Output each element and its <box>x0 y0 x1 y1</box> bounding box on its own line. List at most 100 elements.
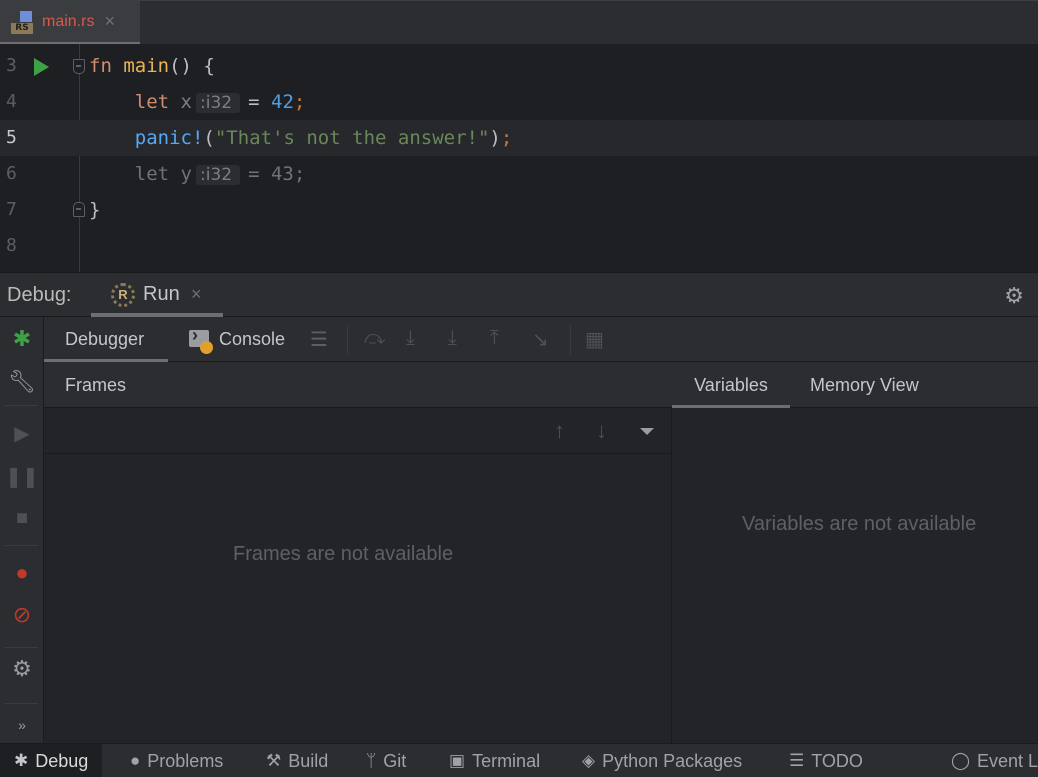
code-text: = 43; <box>248 163 306 185</box>
toolwindow-terminal[interactable]: ▣ Terminal <box>449 744 540 777</box>
editor-tab-bar: RS main.rs × <box>0 0 1038 45</box>
tab-memory-view[interactable]: Memory View <box>810 362 919 408</box>
run-tab-label: Run <box>143 283 180 305</box>
toolwindow-debug[interactable]: ✱ Debug <box>0 744 103 777</box>
tab-variables-label: Variables <box>694 375 768 395</box>
git-branch-icon: ᛘ <box>366 751 377 770</box>
view-breakpoints-icon[interactable]: ● <box>0 560 44 586</box>
divider <box>570 325 571 355</box>
function-name: main <box>123 55 170 77</box>
fold-icon[interactable] <box>73 202 85 217</box>
editor-tab-label: main.rs <box>42 12 95 30</box>
wrench-icon[interactable]: 🔧︎ <box>0 369 44 395</box>
step-into-icon[interactable]: ⤓ <box>406 327 415 350</box>
toolwindow-label: Git <box>383 751 407 771</box>
debug-header: Debug: R Run × ⚙ <box>0 272 1038 317</box>
event-log-icon: ◯ <box>951 751 971 770</box>
variables-empty-message: Variables are not available <box>742 513 977 535</box>
close-icon[interactable]: × <box>191 284 202 305</box>
type-hint: :i32 <box>196 165 241 185</box>
toolwindow-label: Build <box>288 751 329 771</box>
resume-icon[interactable]: ▶ <box>0 421 44 446</box>
fold-icon[interactable] <box>73 59 85 74</box>
terminal-icon: ▣ <box>449 751 466 770</box>
keyword: fn <box>89 55 112 77</box>
variables-panel: Variables Memory View Variables are not … <box>672 362 1038 743</box>
step-out-icon[interactable]: ⤒ <box>490 327 499 350</box>
run-to-cursor-icon[interactable]: ↘ <box>532 327 549 352</box>
editor-tab-main-rs[interactable]: RS main.rs × <box>0 1 140 45</box>
type-hint: :i32 <box>196 93 241 113</box>
code-line-8[interactable]: 8 <box>0 228 1038 264</box>
toolwindow-git[interactable]: ᛘ Git <box>366 744 406 777</box>
macro: panic! <box>134 127 204 149</box>
toolwindow-python-packages[interactable]: ◈ Python Packages <box>582 744 742 777</box>
step-over-icon[interactable]: ⤼ <box>364 327 385 350</box>
dropdown-icon[interactable] <box>640 428 654 435</box>
tab-memory-view-label: Memory View <box>810 375 919 395</box>
line-number: 5 <box>6 127 17 148</box>
toolwindow-label: TODO <box>811 751 863 771</box>
evaluate-expression-icon[interactable]: ▦ <box>585 327 604 352</box>
code-line-4[interactable]: 4 let x:i32 = 42; <box>0 84 1038 120</box>
more-icon[interactable]: » <box>0 717 44 733</box>
divider <box>4 703 38 704</box>
run-icon[interactable] <box>34 58 49 76</box>
string-literal: "That's not the answer!" <box>214 127 490 149</box>
stop-icon[interactable]: ■ <box>0 507 44 530</box>
layers-icon: ◈ <box>582 751 596 770</box>
close-icon[interactable]: × <box>104 11 115 32</box>
divider <box>4 545 38 546</box>
arrow-up-icon[interactable]: ↑ <box>554 418 565 444</box>
code-line-7[interactable]: 7 } <box>0 192 1038 228</box>
bug-icon: ✱ <box>14 751 29 770</box>
divider <box>347 325 348 355</box>
frames-empty-message: Frames are not available <box>233 543 454 565</box>
tool-window-bar: ✱ Debug ● Problems ⚒ Build ᛘ Git ▣ Termi… <box>0 743 1038 777</box>
mute-breakpoints-icon[interactable]: ⊘ <box>0 602 44 628</box>
gear-icon[interactable]: ⚙ <box>1004 283 1024 309</box>
toolwindow-event-log[interactable]: ◯ Event L <box>951 744 1038 777</box>
semicolon: ; <box>500 127 513 149</box>
toolwindow-problems[interactable]: ● Problems <box>130 744 223 777</box>
layout-icon[interactable]: ☰ <box>310 327 328 352</box>
pause-icon[interactable]: ❚❚ <box>0 464 44 489</box>
variables-header: Variables Memory View <box>672 362 1038 408</box>
line-number: 6 <box>6 163 17 184</box>
line-number: 7 <box>6 199 17 220</box>
divider <box>4 405 38 406</box>
tab-console[interactable]: Console <box>219 317 285 362</box>
code-line-6[interactable]: 6 let y:i32 = 43; <box>0 156 1038 192</box>
problems-icon: ● <box>130 751 141 770</box>
toolwindow-label: Debug <box>35 751 89 771</box>
variable: y <box>180 163 192 185</box>
keyword: let <box>134 91 170 113</box>
code-line-3[interactable]: 3 fn main() { <box>0 48 1038 84</box>
tab-variables[interactable]: Variables <box>672 362 790 408</box>
hammer-icon: ⚒ <box>266 751 282 770</box>
code-line-5[interactable]: 5 panic!("That's not the answer!"); <box>0 120 1038 156</box>
tab-console-label: Console <box>219 329 286 349</box>
arrow-down-icon[interactable]: ↓ <box>596 418 607 444</box>
run-config-tab[interactable]: R Run × <box>91 273 223 317</box>
console-warning-badge <box>200 341 213 354</box>
code-editor[interactable]: 3 fn main() { 4 let x:i32 = 42; 5 panic!(… <box>0 44 1038 272</box>
force-step-into-icon[interactable]: ⤓ <box>448 327 457 350</box>
debug-title: Debug: <box>7 284 72 306</box>
rust-file-icon: RS <box>10 9 36 35</box>
tab-debugger-label: Debugger <box>65 329 145 349</box>
toolwindow-label: Event L <box>977 751 1038 771</box>
toolwindow-todo[interactable]: ☰ TODO <box>789 744 863 777</box>
variable: x <box>180 91 192 113</box>
semicolon: ; <box>293 91 306 113</box>
tab-debugger[interactable]: Debugger <box>44 317 168 362</box>
frames-title: Frames <box>65 375 127 395</box>
toolwindow-label: Terminal <box>472 751 541 771</box>
frames-panel: Frames ↑ ↓ Frames are not available <box>44 362 672 743</box>
bug-icon[interactable]: ✱ <box>0 326 44 352</box>
debug-subtabs: Debugger Console ☰ ⤼ ⤓ ⤓ ⤒ ↘ ▦ <box>44 317 1038 362</box>
toolwindow-build[interactable]: ⚒ Build <box>266 744 328 777</box>
settings-icon[interactable]: ⚙ <box>0 656 44 682</box>
line-number: 4 <box>6 91 17 112</box>
operator: = <box>248 91 260 113</box>
